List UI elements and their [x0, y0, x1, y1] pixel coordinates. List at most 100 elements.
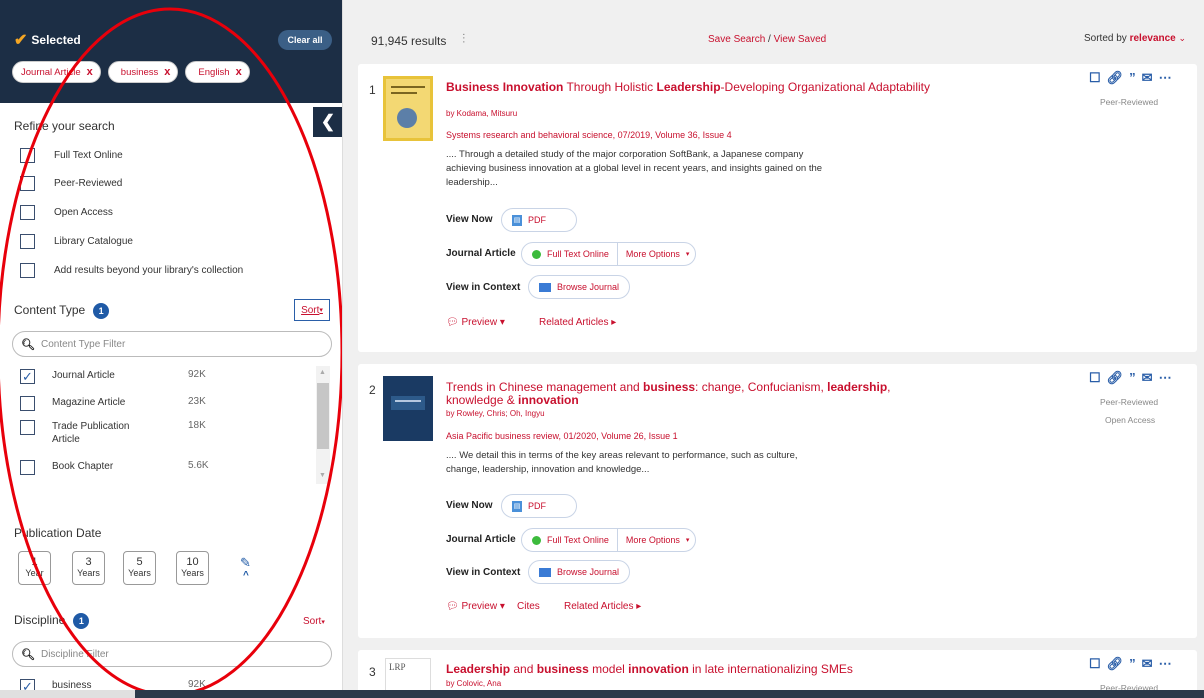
content-type-item[interactable]: Trade Publication Article 18K	[20, 420, 300, 446]
view-now-label: View Now	[446, 500, 493, 511]
content-type-filter-input[interactable]: 🔍︎ Content Type Filter	[12, 331, 332, 357]
filter-library-catalogue[interactable]: Library Catalogue	[20, 234, 133, 249]
result-author[interactable]: by Colovic, Ana	[446, 679, 501, 688]
year-button-10[interactable]: 10 Years	[176, 551, 209, 585]
discipline-filter-input[interactable]: 🔍︎ Discipline Filter	[12, 641, 332, 667]
checkbox[interactable]	[20, 263, 35, 278]
year-button-5[interactable]: 5 Years	[123, 551, 156, 585]
item-label: Magazine Article	[52, 397, 126, 408]
email-icon[interactable]: ✉︎	[1142, 656, 1153, 672]
view-in-context-label: View in Context	[446, 282, 521, 293]
full-text-label: Full Text Online	[547, 249, 609, 259]
title-part: Leadership	[656, 80, 721, 94]
filter-full-text-online[interactable]: Full Text Online	[20, 148, 123, 163]
full-text-online-button[interactable]: Full Text Online More Options ▾	[521, 242, 697, 266]
full-text-online-button[interactable]: Full Text Online More Options ▾	[521, 528, 697, 552]
content-type-item[interactable]: Magazine Article 23K	[20, 396, 300, 411]
chip-business[interactable]: business x	[107, 61, 179, 83]
result-title[interactable]: Trends in Chinese management and busines…	[446, 381, 946, 407]
sort-label: Sort	[303, 616, 322, 627]
content-type-scrollbar[interactable]: ▲ ▼	[316, 366, 330, 484]
checkbox[interactable]	[20, 420, 35, 435]
link-icon[interactable]: 🔗︎	[1107, 70, 1124, 86]
year-unit: Years	[181, 568, 204, 578]
remove-icon[interactable]: x	[236, 66, 242, 78]
filter-label: Open Access	[54, 207, 113, 218]
bookmark-icon[interactable]: ☐	[1089, 370, 1101, 386]
chip-english[interactable]: English x	[185, 61, 250, 83]
item-count: 18K	[188, 420, 206, 431]
cite-icon[interactable]: ”	[1129, 370, 1136, 386]
remove-icon[interactable]: x	[164, 66, 170, 78]
content-type-item[interactable]: Book Chapter 5.6K	[20, 460, 300, 475]
more-options-button[interactable]: More Options	[626, 535, 680, 545]
email-icon[interactable]: ✉︎	[1142, 370, 1153, 386]
more-icon[interactable]: ⋯	[1159, 70, 1172, 86]
preview-link[interactable]: 💬︎ Preview ▾	[446, 601, 505, 612]
checkbox[interactable]	[20, 205, 35, 220]
sidebar: ✔ Selected Clear all Journal Article x b…	[0, 0, 343, 698]
browse-journal-button[interactable]: Browse Journal	[528, 560, 631, 584]
filter-peer-reviewed[interactable]: Peer-Reviewed	[20, 176, 122, 191]
more-icon[interactable]: ⋯	[1159, 370, 1172, 386]
book-icon	[539, 567, 551, 577]
checkbox[interactable]	[20, 176, 35, 191]
item-label: Book Chapter	[52, 461, 114, 472]
result-author[interactable]: by Rowley, Chris; Oh, Ingyu	[446, 409, 545, 418]
link-icon[interactable]: 🔗︎	[1107, 656, 1124, 672]
checkbox[interactable]	[20, 234, 35, 249]
result-source[interactable]: Asia Pacific business review, 01/2020, V…	[446, 431, 678, 441]
result-title[interactable]: Leadership and business model innovation…	[446, 663, 1046, 676]
journal-cover-thumbnail[interactable]	[383, 76, 433, 141]
cite-icon[interactable]: ”	[1129, 70, 1136, 86]
bookmark-icon[interactable]: ☐	[1089, 70, 1101, 86]
checkbox-checked[interactable]: ✓	[20, 369, 35, 384]
pdf-button[interactable]: ▤ PDF	[501, 494, 577, 518]
filter-beyond-collection[interactable]: Add results beyond your library's collec…	[20, 263, 243, 278]
result-source[interactable]: Systems research and behavioral science,…	[446, 130, 732, 140]
pencil-icon[interactable]: ✎	[240, 555, 251, 571]
year-number: 1	[31, 556, 38, 568]
scroll-thumb[interactable]	[317, 383, 329, 449]
related-articles-link[interactable]: Related Articles ▸	[564, 601, 641, 612]
content-type-item[interactable]: ✓ Journal Article 92K	[20, 369, 300, 384]
more-icon[interactable]: ⋯	[1159, 656, 1172, 672]
discipline-sort-button[interactable]: Sort▾	[303, 616, 325, 627]
content-type-sort-button[interactable]: Sort ▾	[294, 299, 330, 321]
checkbox[interactable]	[20, 460, 35, 475]
related-articles-link[interactable]: Related Articles ▸	[539, 317, 616, 328]
chip-journal-article[interactable]: Journal Article x	[12, 61, 101, 83]
result-author[interactable]: by Kodama, Mitsuru	[446, 109, 517, 118]
year-button-1[interactable]: 1 Year	[18, 551, 51, 585]
scroll-down-icon[interactable]: ▼	[319, 472, 326, 479]
checkbox[interactable]	[20, 148, 35, 163]
pdf-button[interactable]: ▤ PDF	[501, 208, 577, 232]
remove-icon[interactable]: x	[87, 66, 93, 78]
save-search-link[interactable]: Save Search	[708, 34, 765, 45]
year-button-3[interactable]: 3 Years	[72, 551, 105, 585]
cite-icon[interactable]: ”	[1129, 656, 1136, 672]
browse-journal-label: Browse Journal	[557, 282, 620, 292]
more-options-button[interactable]: More Options	[626, 249, 680, 259]
preview-link[interactable]: 💬︎ Preview ▾	[446, 317, 505, 328]
link-icon[interactable]: 🔗︎	[1107, 370, 1124, 386]
bookmark-icon[interactable]: ☐	[1089, 656, 1101, 672]
chevron-down-icon: ▾	[685, 537, 690, 544]
filter-open-access[interactable]: Open Access	[20, 205, 113, 220]
checkbox[interactable]	[20, 396, 35, 411]
journal-cover-thumbnail[interactable]	[383, 376, 433, 441]
sort-control[interactable]: Sorted by relevance ⌄	[1084, 33, 1186, 44]
result-title[interactable]: Business Innovation Through Holistic Lea…	[446, 81, 946, 94]
cites-link[interactable]: Cites	[517, 601, 540, 612]
view-saved-link[interactable]: View Saved	[774, 34, 827, 45]
collapse-sidebar-button[interactable]: ❮	[313, 107, 342, 137]
bottom-bar	[0, 690, 1204, 698]
browse-journal-button[interactable]: Browse Journal	[528, 275, 631, 299]
clear-all-button[interactable]: Clear all	[278, 30, 332, 50]
title-part: Business Innovation	[446, 80, 564, 94]
email-icon[interactable]: ✉︎	[1142, 70, 1153, 86]
chevron-up-icon[interactable]: ^	[243, 570, 249, 581]
title-part: : change, Confucianism,	[695, 380, 828, 394]
rss-icon[interactable]: ⫶	[462, 31, 465, 47]
scroll-up-icon[interactable]: ▲	[319, 369, 326, 376]
